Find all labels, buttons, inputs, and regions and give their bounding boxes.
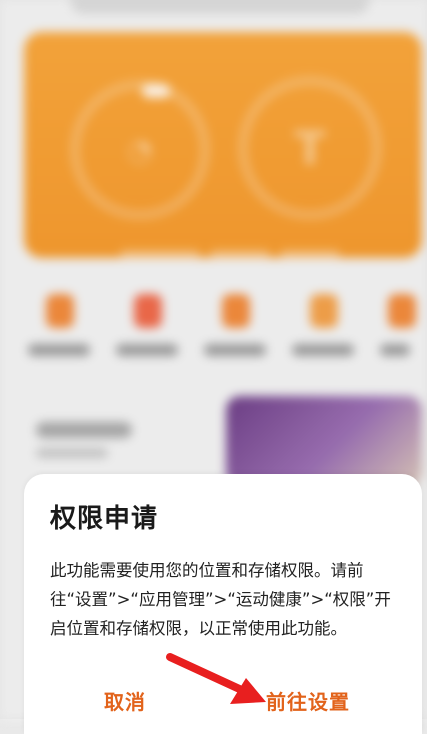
dialog-message: 此功能需要使用您的位置和存储权限。请前往“设置”>“应用管理”>“运动健康”>“… [50, 561, 391, 638]
go-to-settings-button[interactable]: 前往设置 [266, 686, 350, 715]
dialog-title: 权限申请 [50, 504, 159, 534]
cancel-button[interactable]: 取消 [104, 686, 146, 715]
permission-dialog: 权限申请 此功能需要使用您的位置和存储权限。请前往“设置”>“应用管理”>“运动… [24, 474, 422, 734]
